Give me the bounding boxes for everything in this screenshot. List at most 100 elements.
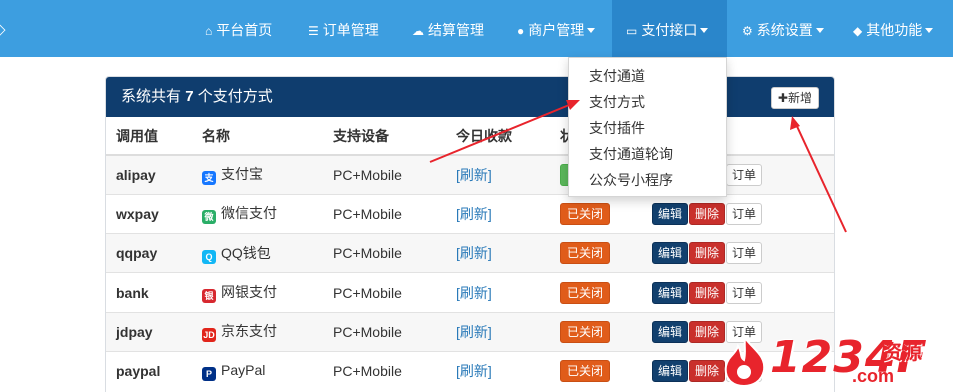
- add-button[interactable]: ✚新增: [770, 87, 819, 109]
- cell-name: Q QQ钱包: [192, 233, 323, 273]
- cell-value: bank: [106, 272, 192, 313]
- dropdown-item-channel-polling[interactable]: 支付通道轮询: [569, 141, 726, 167]
- cell-income: [刷新]: [446, 233, 550, 273]
- edit-button[interactable]: 编辑: [652, 242, 689, 265]
- gear-icon: ⚙: [742, 24, 753, 38]
- cell-value: wxpay: [106, 193, 192, 234]
- nav-orders[interactable]: ☰ 订单管理: [308, 0, 379, 57]
- chevron-down-icon: [700, 28, 709, 33]
- refresh-link[interactable]: [刷新]: [456, 285, 492, 301]
- payment-logo-icon: 支: [202, 171, 216, 186]
- cell-name: 支支付宝: [192, 154, 323, 195]
- nav-payment-interface[interactable]: ▭ 支付接口: [612, 0, 727, 57]
- status-toggle-button[interactable]: 已关闭: [560, 281, 611, 304]
- cell-income: [刷新]: [446, 311, 550, 352]
- home-icon: ⌂: [205, 24, 213, 38]
- orders-button[interactable]: 订单: [726, 163, 763, 186]
- panel-title-prefix: 系统共有: [121, 88, 182, 105]
- delete-button[interactable]: 删除: [689, 202, 726, 225]
- status-toggle-button[interactable]: 已关闭: [560, 202, 611, 225]
- cloud-icon: ☁: [412, 24, 424, 38]
- col-header-income: 今日收款: [446, 117, 550, 156]
- payment-name: QQ钱包: [221, 244, 271, 261]
- cell-income: [刷新]: [446, 350, 550, 391]
- col-header-name: 名称: [192, 117, 323, 156]
- card-icon: ▭: [626, 24, 638, 38]
- edit-button[interactable]: 编辑: [652, 202, 689, 225]
- add-button-label: 新增: [787, 91, 812, 105]
- refresh-link[interactable]: [刷新]: [456, 363, 492, 379]
- cell-device: PC+Mobile: [323, 154, 446, 195]
- payment-name: PayPal: [221, 361, 266, 378]
- payment-name: 京东支付: [221, 323, 277, 340]
- cell-status: 已关闭: [550, 233, 642, 273]
- payment-name: 支付宝: [221, 166, 263, 183]
- dropdown-item-methods[interactable]: 支付方式: [569, 89, 726, 115]
- flame-logo-icon: [724, 336, 766, 388]
- nav-home-label: 平台首页: [216, 22, 273, 38]
- edit-button[interactable]: 编辑: [652, 360, 689, 383]
- watermark-domain-text: .com: [852, 366, 895, 386]
- payment-interface-dropdown: 支付通道 支付方式 支付插件 支付通道轮询 公众号小程序: [568, 57, 727, 197]
- cell-actions: 编辑删除订单: [642, 272, 834, 313]
- cell-status: 已关闭: [550, 272, 642, 313]
- nav-system-label: 系统设置: [756, 22, 813, 38]
- orders-button[interactable]: 订单: [726, 242, 763, 265]
- status-toggle-button[interactable]: 已关闭: [560, 360, 611, 383]
- edit-button[interactable]: 编辑: [652, 320, 689, 343]
- payment-logo-icon: P: [202, 366, 216, 381]
- watermark-logo: 1234F 资源 .com: [712, 328, 952, 392]
- nav-other-label: 其他功能: [866, 22, 923, 38]
- orders-button[interactable]: 订单: [726, 202, 763, 225]
- cell-value: alipay: [106, 154, 192, 195]
- cell-device: PC+Mobile: [323, 233, 446, 273]
- refresh-link[interactable]: [刷新]: [456, 167, 492, 183]
- edit-button[interactable]: 编辑: [652, 281, 689, 304]
- list-icon: ☰: [308, 24, 319, 38]
- cell-value: paypal: [106, 350, 192, 391]
- table-row: bank 银网银支付 PC+Mobile [刷新] 已关闭 编辑 删除 订单: [106, 272, 834, 313]
- nav-system-settings[interactable]: ⚙ 系统设置: [742, 0, 824, 57]
- panel-title-suffix: 个支付方式: [197, 88, 273, 105]
- dropdown-item-channels[interactable]: 支付通道: [569, 63, 726, 89]
- refresh-link[interactable]: [刷新]: [456, 206, 492, 222]
- delete-button[interactable]: 删除: [689, 281, 726, 304]
- cell-income: [刷新]: [446, 193, 550, 234]
- nav-other-functions[interactable]: ◆ 其他功能: [853, 0, 934, 57]
- nav-settlement[interactable]: ☁ 结算管理: [412, 0, 484, 57]
- cell-status: 已关闭: [550, 193, 642, 234]
- cell-income: [刷新]: [446, 154, 550, 195]
- top-navbar: ◇ ⌂平台首页 ☰订单管理 ☁ 结算管理 ●商户管理 ▭支付接口 ⚙系统设置 ◆其…: [0, 0, 953, 57]
- chevron-down-icon: [587, 28, 596, 33]
- payment-logo-icon: 微: [202, 210, 216, 225]
- delete-button[interactable]: 删除: [689, 242, 726, 265]
- payment-logo-icon: Q: [202, 249, 216, 264]
- nav-merchants[interactable]: ● 商户管理: [517, 0, 596, 57]
- refresh-link[interactable]: [刷新]: [456, 245, 492, 261]
- orders-button[interactable]: 订单: [726, 281, 763, 304]
- dropdown-item-plugins[interactable]: 支付插件: [569, 115, 726, 141]
- chevron-down-icon: [925, 28, 934, 33]
- brand-icon[interactable]: ◇: [0, 20, 6, 38]
- cell-name: 微微信支付: [192, 193, 323, 234]
- nav-payment-label: 支付接口: [641, 22, 698, 38]
- status-toggle-button[interactable]: 已关闭: [560, 320, 611, 343]
- cell-device: PC+Mobile: [323, 350, 446, 391]
- cell-actions: 编辑删除订单: [642, 193, 834, 234]
- cell-value: qqpay: [106, 233, 192, 273]
- col-header-value: 调用值: [106, 117, 192, 156]
- cell-name: JD 京东支付: [192, 311, 323, 352]
- cube-icon: ◆: [853, 24, 863, 38]
- col-header-device: 支持设备: [323, 117, 446, 156]
- chevron-down-icon: [815, 28, 824, 33]
- plus-icon: ✚: [777, 91, 788, 105]
- dropdown-item-mini-program[interactable]: 公众号小程序: [569, 167, 726, 193]
- payment-logo-icon: JD: [202, 328, 216, 343]
- refresh-link[interactable]: [刷新]: [456, 324, 492, 340]
- payment-logo-icon: 银: [202, 289, 216, 304]
- watermark-sub-text: 资源: [882, 342, 922, 364]
- cell-device: PC+Mobile: [323, 311, 446, 352]
- nav-home[interactable]: ⌂ 平台首页: [205, 0, 272, 57]
- cell-device: PC+Mobile: [323, 272, 446, 313]
- status-toggle-button[interactable]: 已关闭: [560, 242, 611, 265]
